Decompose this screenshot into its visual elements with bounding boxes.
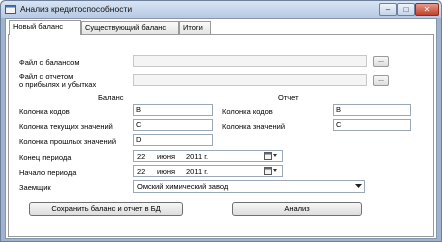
borrower-label: Заемщик	[19, 183, 51, 192]
tab-existing-balance[interactable]: Существующий баланс	[81, 21, 179, 34]
tab-new-balance[interactable]: Новый баланс	[9, 20, 81, 35]
period-end-year: 2011 г.	[186, 152, 209, 161]
dropdown-arrow-icon[interactable]	[355, 184, 362, 189]
period-start-month: июня	[157, 167, 176, 176]
close-button[interactable]: ✕	[415, 3, 439, 16]
period-end-day: 22	[137, 152, 146, 161]
report-values-label: Колонка значений	[222, 122, 286, 131]
maximize-button[interactable]: □	[397, 3, 415, 16]
window-title: Анализ кредитоспособности	[20, 4, 133, 14]
title-bar[interactable]: Анализ кредитоспособности – □ ✕	[1, 1, 441, 18]
period-end-label: Конец периода	[19, 153, 72, 162]
balance-codes-field[interactable]: B	[133, 104, 213, 116]
window-client-area: Новый баланс Существующий баланс Итоги Ф…	[5, 18, 437, 239]
save-balance-report-button[interactable]: Сохранить баланс и отчет в БД	[29, 202, 183, 216]
tab-totals[interactable]: Итоги	[179, 21, 211, 34]
calendar-icon[interactable]	[264, 152, 278, 160]
analyze-button[interactable]: Анализ	[232, 202, 362, 216]
balance-past-label: Колонка прошлых значений	[19, 137, 117, 146]
report-file-browse-button[interactable]: ...	[373, 75, 389, 86]
balance-file-label: Файл с балансом	[19, 58, 80, 67]
period-start-label: Начало периода	[19, 168, 77, 177]
tab-page-new-balance: Файл с балансом ... Файл с отчетом о при…	[8, 34, 434, 237]
app-icon	[5, 5, 16, 14]
borrower-select[interactable]: Омский химический завод	[133, 180, 365, 193]
report-file-label-line2: о прибылях и убытках	[19, 80, 97, 89]
borrower-selected-value: Омский химический завод	[137, 182, 229, 191]
period-end-date-picker[interactable]: 22 июня 2011 г.	[133, 150, 283, 162]
period-start-date-picker[interactable]: 22 июня 2011 г.	[133, 165, 283, 177]
calendar-icon[interactable]	[264, 167, 278, 175]
report-codes-field[interactable]: B	[333, 104, 411, 116]
period-start-year: 2011 г.	[186, 167, 209, 176]
report-heading: Отчет	[278, 93, 299, 102]
balance-past-field[interactable]: D	[133, 134, 213, 146]
balance-heading: Баланс	[98, 93, 124, 102]
report-values-field[interactable]: C	[333, 119, 411, 131]
balance-file-field[interactable]	[133, 55, 367, 67]
report-codes-label: Колонка кодов	[222, 107, 273, 116]
report-file-field[interactable]	[133, 74, 367, 86]
balance-current-field[interactable]: C	[133, 119, 213, 131]
minimize-button[interactable]: –	[379, 3, 397, 16]
balance-codes-label: Колонка кодов	[19, 107, 70, 116]
app-window: Анализ кредитоспособности – □ ✕ Новый ба…	[0, 0, 442, 242]
period-end-month: июня	[157, 152, 176, 161]
period-start-day: 22	[137, 167, 146, 176]
balance-current-label: Колонка текущих значений	[19, 122, 113, 131]
balance-file-browse-button[interactable]: ...	[373, 56, 389, 67]
